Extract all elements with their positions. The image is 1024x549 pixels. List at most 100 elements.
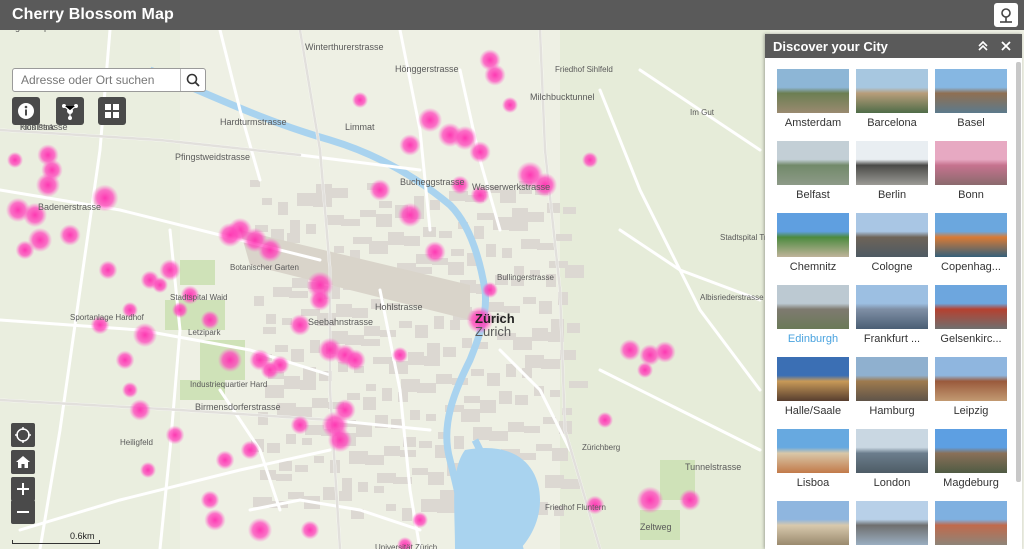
city-tile[interactable]: Frankfurt ... bbox=[856, 285, 928, 345]
map-label: Limmat bbox=[345, 122, 375, 132]
legend-button[interactable] bbox=[994, 3, 1018, 27]
map-label: Seebahnstrasse bbox=[308, 317, 373, 327]
map-label: Botanischer Garten bbox=[230, 263, 299, 272]
search-icon bbox=[186, 73, 200, 87]
map-label: Industriequartier Hard bbox=[190, 380, 267, 389]
minus-icon bbox=[17, 511, 29, 513]
share-button[interactable] bbox=[56, 97, 84, 125]
map-label: Wasserwerkstrasse bbox=[472, 182, 550, 192]
map-label: Friedhof Fluntern bbox=[545, 503, 606, 512]
city-tile[interactable]: Leipzig bbox=[935, 357, 1007, 417]
zoom-out-button[interactable] bbox=[11, 500, 35, 524]
city-tile[interactable]: Copenhag... bbox=[935, 213, 1007, 273]
city-label: London bbox=[873, 477, 911, 489]
city-tile[interactable]: Bonn bbox=[935, 141, 1007, 201]
close-button[interactable] bbox=[997, 37, 1015, 55]
city-thumbnail bbox=[935, 213, 1007, 257]
city-label: Chemnitz bbox=[789, 261, 837, 273]
city-thumbnail bbox=[777, 285, 849, 329]
map-label: Universität Zürich bbox=[375, 543, 437, 549]
map-label: Heiligfeld bbox=[120, 438, 153, 447]
map-label: Birmensdorferstrasse bbox=[195, 402, 281, 412]
map-label: Im Gut bbox=[690, 108, 715, 117]
city-label: Leipzig bbox=[953, 405, 989, 417]
city-tile[interactable]: Edinburgh bbox=[777, 285, 849, 345]
map-label: Zurich bbox=[475, 324, 511, 339]
network-icon bbox=[62, 104, 78, 120]
map-label: Zeltweg bbox=[640, 522, 672, 532]
about-button[interactable] bbox=[12, 97, 40, 125]
city-label: Halle/Saale bbox=[784, 405, 842, 417]
map-pin-icon bbox=[1000, 8, 1012, 23]
city-label: Magdeburg bbox=[943, 477, 999, 489]
city-label: Belfast bbox=[796, 189, 830, 201]
map-label: Zürichberg bbox=[582, 443, 620, 452]
panel-scrollbar[interactable] bbox=[1016, 62, 1021, 482]
city-label: Basel bbox=[957, 117, 985, 129]
home-icon bbox=[16, 456, 30, 468]
home-button[interactable] bbox=[11, 450, 35, 474]
city-tile[interactable]: Hamburg bbox=[856, 357, 928, 417]
city-label: Frankfurt ... bbox=[863, 333, 921, 345]
double-chevron-up-icon bbox=[978, 40, 988, 51]
map-label: Hohlstrasse bbox=[375, 302, 423, 312]
city-tile[interactable]: Barcelona bbox=[856, 69, 928, 129]
city-thumbnail bbox=[856, 213, 928, 257]
info-icon bbox=[18, 103, 34, 119]
map-label: Tunnelstrasse bbox=[685, 462, 741, 472]
city-tile[interactable]: Halle/Saale bbox=[777, 357, 849, 417]
city-thumbnail bbox=[856, 357, 928, 401]
city-tile[interactable]: Cologne bbox=[856, 213, 928, 273]
city-tile[interactable] bbox=[856, 501, 928, 545]
city-thumbnail bbox=[777, 141, 849, 185]
city-tile[interactable]: Chemnitz bbox=[777, 213, 849, 273]
crosshair-icon bbox=[15, 427, 31, 443]
city-thumbnail bbox=[856, 69, 928, 113]
panel-title: Discover your City bbox=[773, 39, 888, 54]
map-label: Hardturmstrasse bbox=[220, 117, 287, 127]
search-button[interactable] bbox=[180, 69, 205, 91]
city-thumbnail bbox=[935, 285, 1007, 329]
map-label: Badenerstrasse bbox=[38, 202, 101, 212]
plus-icon bbox=[17, 483, 29, 495]
city-tile[interactable]: Berlin bbox=[856, 141, 928, 201]
city-tile[interactable]: London bbox=[856, 429, 928, 489]
city-tile[interactable]: Belfast bbox=[777, 141, 849, 201]
city-label: Berlin bbox=[877, 189, 907, 201]
city-label: Barcelona bbox=[867, 117, 917, 129]
city-thumbnail bbox=[935, 429, 1007, 473]
scale-line bbox=[12, 540, 100, 544]
zoom-in-button[interactable] bbox=[11, 477, 35, 501]
panel-header: Discover your City bbox=[765, 34, 1022, 58]
basemap-gallery-button[interactable] bbox=[98, 97, 126, 125]
map-label: Milchbucktunnel bbox=[530, 92, 595, 102]
city-tile[interactable]: Lisboa bbox=[777, 429, 849, 489]
grid-icon bbox=[105, 104, 119, 118]
city-label: Edinburgh bbox=[787, 333, 839, 345]
map-label: Sportanlage Hardhof bbox=[70, 313, 145, 322]
search-box[interactable] bbox=[12, 68, 206, 92]
collapse-button[interactable] bbox=[974, 37, 992, 55]
city-tile[interactable] bbox=[777, 501, 849, 545]
locate-button[interactable] bbox=[11, 423, 35, 447]
city-label: Copenhag... bbox=[941, 261, 1001, 273]
city-tile[interactable]: Gelsenkirc... bbox=[935, 285, 1007, 345]
city-label: Bonn bbox=[958, 189, 984, 201]
city-thumbnail bbox=[777, 69, 849, 113]
map-label: Stadtspital Waid bbox=[170, 293, 228, 302]
city-tile[interactable]: Magdeburg bbox=[935, 429, 1007, 489]
map-label: Letzipark bbox=[188, 328, 221, 337]
app-title: Cherry Blossom Map bbox=[12, 6, 174, 23]
map-label: Albisriederstrasse bbox=[700, 293, 764, 302]
city-tile[interactable] bbox=[935, 501, 1007, 545]
city-thumbnail bbox=[856, 501, 928, 545]
scale-bar: 0.6km bbox=[12, 531, 100, 544]
city-tile[interactable]: Basel bbox=[935, 69, 1007, 129]
city-thumbnail bbox=[856, 285, 928, 329]
city-thumbnail bbox=[777, 213, 849, 257]
map-label: Winterthurerstrasse bbox=[305, 42, 384, 52]
city-thumbnail bbox=[935, 501, 1007, 545]
city-label: Amsterdam bbox=[784, 117, 842, 129]
search-input[interactable] bbox=[13, 69, 189, 91]
city-tile[interactable]: Amsterdam bbox=[777, 69, 849, 129]
